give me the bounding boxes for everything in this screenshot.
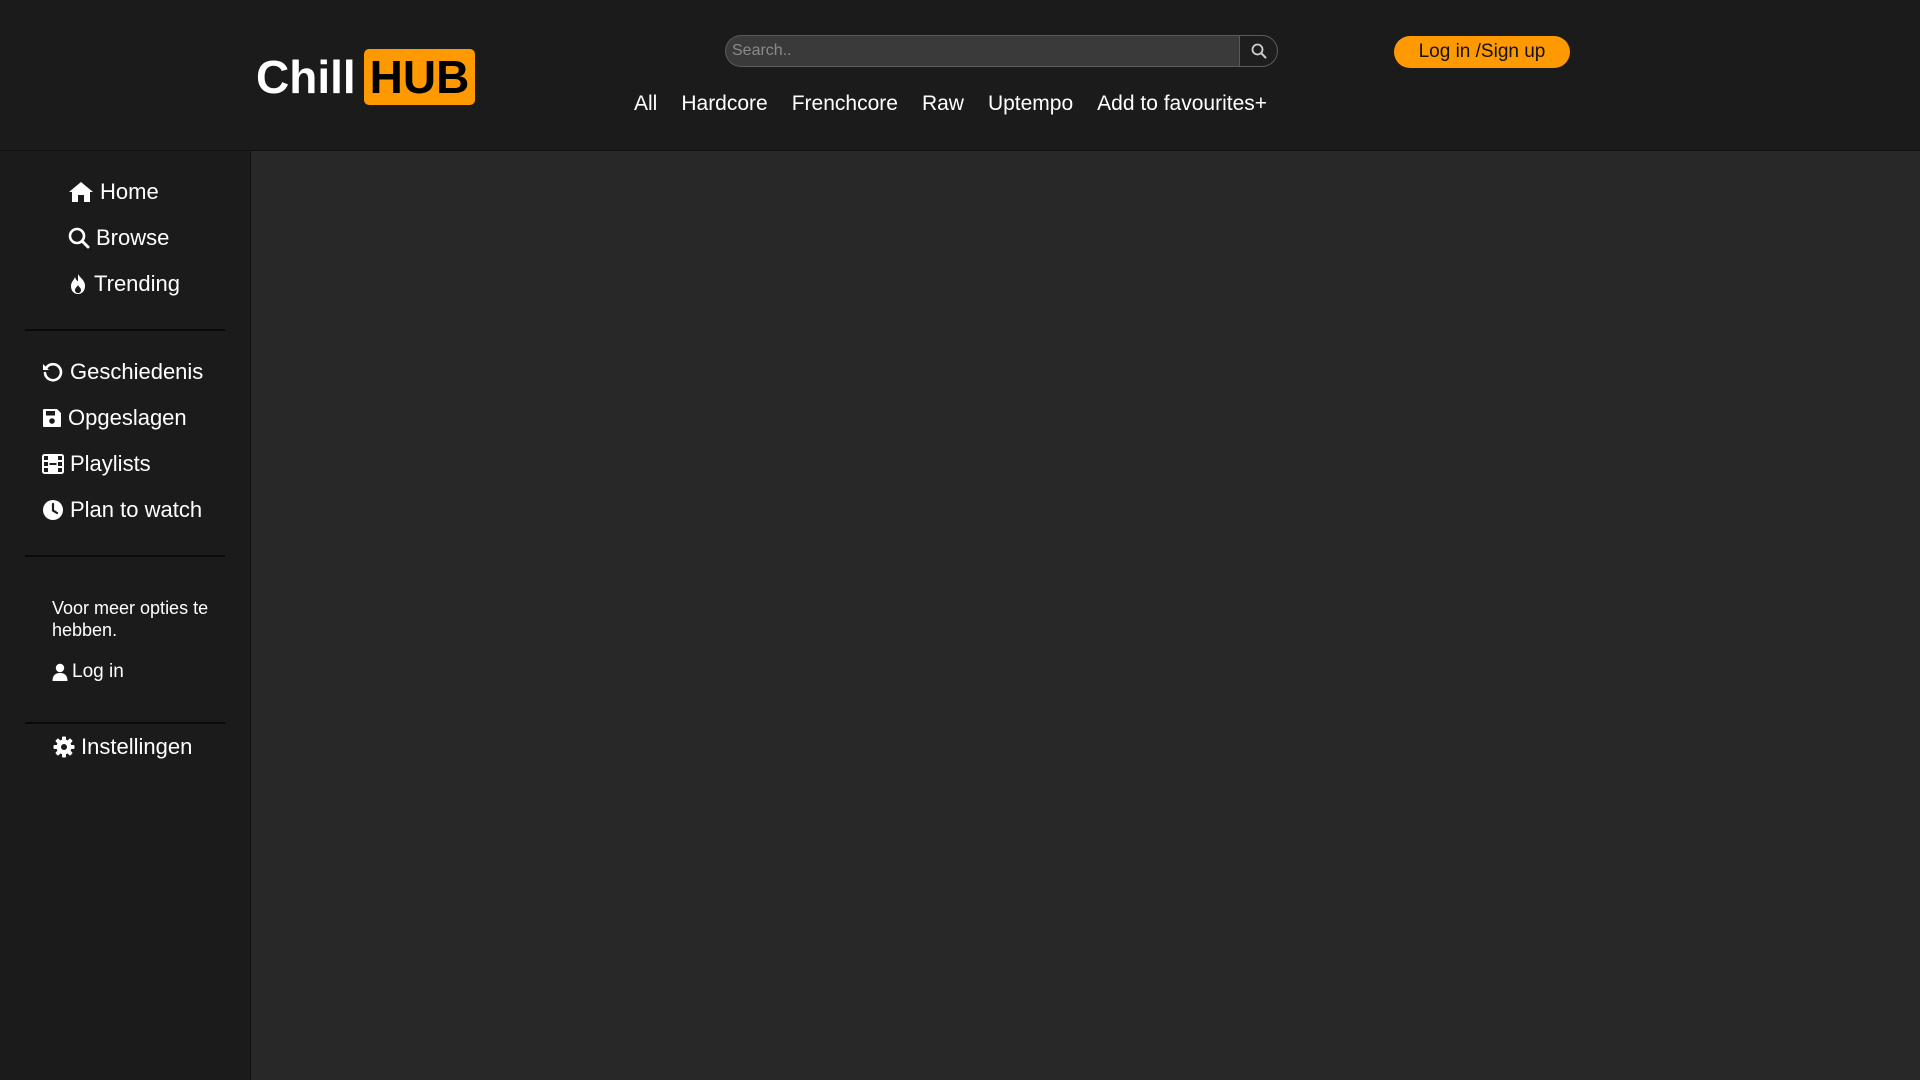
nav-item-raw[interactable]: Raw bbox=[922, 92, 964, 116]
film-icon bbox=[42, 454, 64, 474]
sidebar-item-playlists[interactable]: Playlists bbox=[42, 451, 151, 477]
save-icon bbox=[43, 409, 61, 427]
logo[interactable]: Chill HUB bbox=[256, 48, 476, 106]
sidebar-item-trending[interactable]: Trending bbox=[68, 271, 180, 297]
sidebar-item-home[interactable]: Home bbox=[68, 179, 159, 205]
main-content bbox=[251, 151, 1920, 1080]
home-icon bbox=[69, 182, 93, 202]
category-nav: All Hardcore Frenchcore Raw Uptempo Add … bbox=[634, 92, 1291, 116]
gear-icon bbox=[53, 736, 75, 758]
sidebar-item-settings[interactable]: Instellingen bbox=[53, 734, 192, 760]
search-button[interactable] bbox=[1239, 35, 1278, 67]
sidebar-divider bbox=[25, 555, 225, 557]
sidebar-divider bbox=[25, 329, 225, 331]
fire-icon bbox=[71, 274, 85, 294]
sidebar-item-plan-to-watch[interactable]: Plan to watch bbox=[42, 497, 202, 523]
header: Chill HUB Log in /Sign up All Hardcore F… bbox=[0, 0, 1920, 151]
search-input[interactable] bbox=[725, 35, 1239, 67]
login-signup-button[interactable]: Log in /Sign up bbox=[1394, 36, 1570, 68]
history-icon bbox=[43, 362, 63, 382]
sidebar-login-label: Log in bbox=[72, 661, 124, 682]
sidebar-item-label: Browse bbox=[96, 225, 170, 250]
nav-item-hardcore[interactable]: Hardcore bbox=[681, 92, 767, 116]
nav-item-frenchcore[interactable]: Frenchcore bbox=[792, 92, 898, 116]
sidebar: Home Browse Trending Geschiedenis Opgesl bbox=[0, 151, 251, 1080]
sidebar-item-label: Geschiedenis bbox=[70, 359, 204, 384]
nav-item-all[interactable]: All bbox=[634, 92, 657, 116]
sidebar-item-browse[interactable]: Browse bbox=[68, 225, 169, 251]
sidebar-login-link[interactable]: Log in bbox=[52, 661, 124, 683]
nav-item-uptempo[interactable]: Uptempo bbox=[988, 92, 1073, 116]
logo-text-hub: HUB bbox=[363, 49, 476, 105]
clock-icon bbox=[43, 500, 63, 520]
sidebar-item-label: Opgeslagen bbox=[68, 405, 187, 430]
sidebar-divider bbox=[25, 722, 225, 724]
nav-item-add-favourites[interactable]: Add to favourites+ bbox=[1097, 92, 1267, 116]
login-hint-text: Voor meer opties te hebben. bbox=[52, 598, 209, 640]
sidebar-item-history[interactable]: Geschiedenis bbox=[42, 359, 203, 385]
sidebar-item-saved[interactable]: Opgeslagen bbox=[42, 405, 187, 431]
search-bar bbox=[725, 35, 1278, 67]
logo-text-chill: Chill bbox=[256, 51, 356, 103]
sidebar-item-label: Instellingen bbox=[81, 734, 193, 759]
search-icon bbox=[1251, 43, 1266, 59]
user-icon bbox=[52, 663, 68, 681]
sidebar-item-label: Plan to watch bbox=[70, 497, 203, 522]
search-icon bbox=[68, 227, 90, 249]
sidebar-item-label: Playlists bbox=[70, 451, 151, 476]
sidebar-item-label: Home bbox=[100, 179, 159, 204]
sidebar-item-label: Trending bbox=[94, 271, 181, 296]
